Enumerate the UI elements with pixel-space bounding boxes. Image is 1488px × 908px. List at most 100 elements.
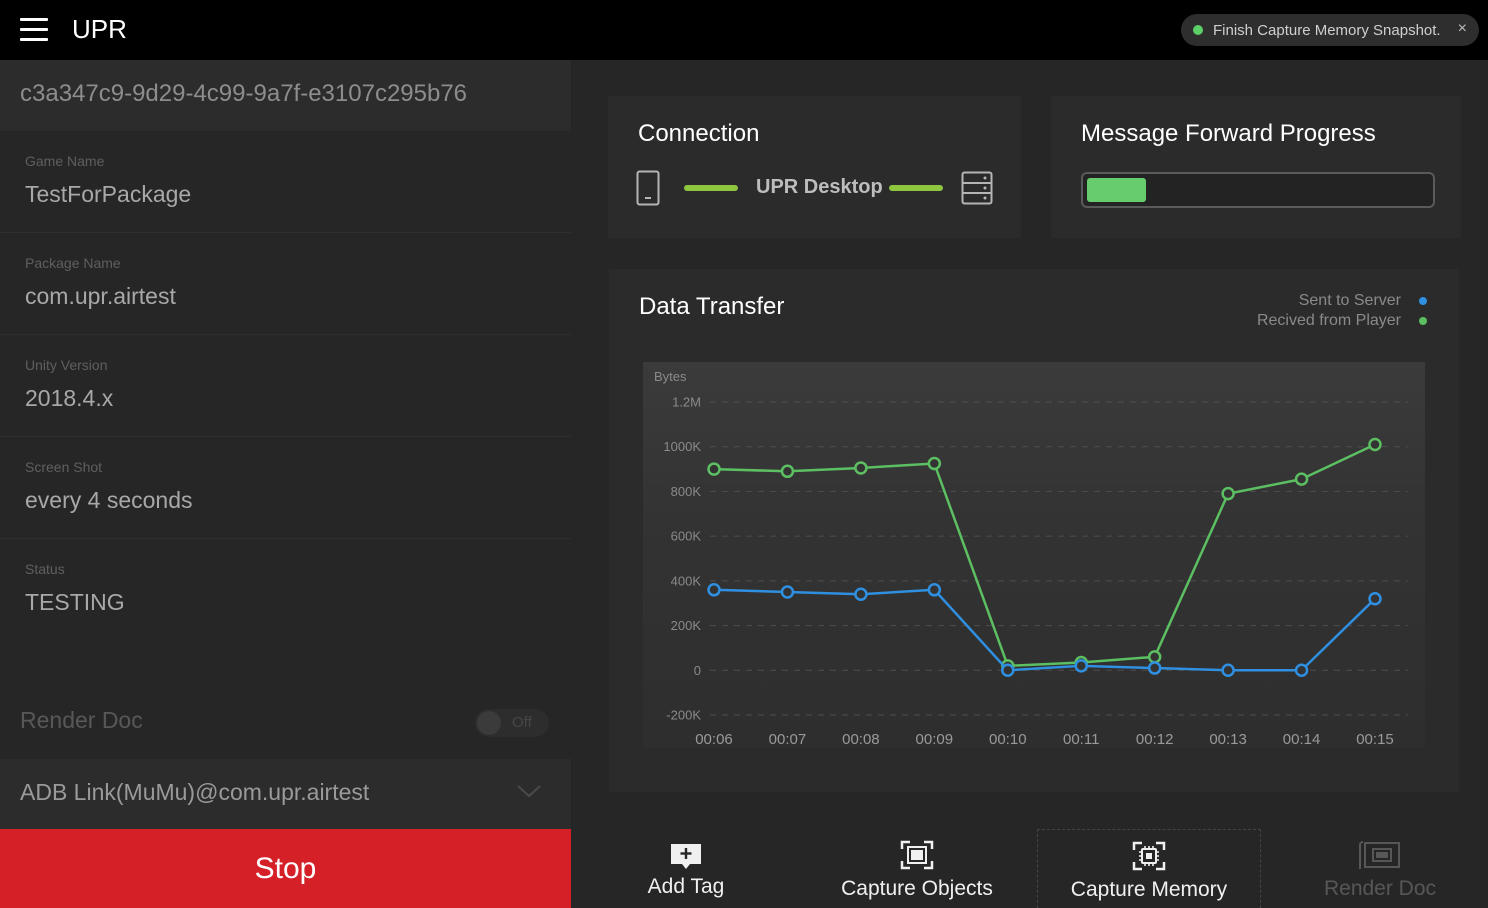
bottom-toolbar: Add Tag Capture Objects Capture Memory R… — [571, 829, 1488, 908]
data-transfer-card: Data Transfer Sent to Server Recived fro… — [609, 269, 1459, 792]
x-tick-label: 00:15 — [1356, 731, 1394, 748]
menu-icon[interactable] — [20, 18, 48, 42]
data-point-received — [1147, 650, 1162, 664]
connection-title: Connection — [638, 120, 760, 147]
notification-toast: Finish Capture Memory Snapshot. × — [1181, 14, 1479, 46]
data-point-sent — [927, 583, 942, 597]
line-chart: Bytes 1.2M 1000K 800K 600K 400K 200K 0 -200K 00… — [654, 369, 1408, 748]
field-value: TestForPackage — [25, 181, 192, 207]
x-tick-label: 00:13 — [1209, 731, 1247, 748]
data-point-sent — [707, 583, 721, 597]
x-tick-label: 00:12 — [1136, 731, 1174, 748]
render-doc-label: Render Doc — [20, 707, 143, 733]
add-tag-label: Add Tag — [647, 875, 725, 898]
field-label: Status — [25, 561, 65, 577]
series-line-sent — [713, 588, 1376, 672]
x-tick-label: 00:07 — [769, 731, 807, 748]
legend-label: Sent to Server — [1298, 292, 1401, 309]
field-screen-shot: Screen Shot every 4 seconds — [0, 437, 571, 539]
sidebar: c3a347c9-9d29-4c99-9a7f-e3107c295b76 Gam… — [0, 60, 571, 908]
field-label: Screen Shot — [25, 459, 103, 475]
forward-progress-title: Message Forward Progress — [1081, 120, 1376, 147]
toast-message: Finish Capture Memory Snapshot. — [1213, 21, 1441, 39]
data-point-sent — [1221, 663, 1235, 678]
x-tick-label: 00:06 — [695, 731, 733, 748]
device-select[interactable]: ADB Link(MuMu)@com.upr.airtest — [0, 759, 571, 829]
y-tick-label: 1000K — [663, 439, 701, 454]
capture-memory-label: Capture Memory — [1070, 878, 1228, 901]
data-point-sent — [780, 585, 795, 599]
x-tick-label: 00:09 — [916, 731, 954, 748]
connection-line-right — [889, 185, 943, 191]
field-value: 2018.4.x — [25, 385, 114, 411]
toggle-state-label: Off — [512, 714, 532, 731]
device-select-value: ADB Link(MuMu)@com.upr.airtest — [20, 779, 370, 805]
data-point-received — [780, 464, 795, 479]
y-axis-unit-label: Bytes — [654, 369, 687, 384]
data-point-received — [854, 461, 868, 475]
data-point-received — [707, 462, 721, 476]
data-point-sent — [1147, 661, 1162, 675]
y-tick-label: 400K — [671, 573, 702, 588]
data-point-received — [1294, 472, 1309, 486]
progress-fill — [1087, 178, 1146, 202]
add-tag-button[interactable]: Add Tag — [574, 829, 798, 908]
y-tick-label: 600K — [671, 529, 702, 544]
x-tick-label: 00:08 — [842, 731, 880, 748]
legend-dot-icon — [1419, 317, 1427, 325]
field-label: Package Name — [25, 255, 121, 271]
data-point-sent — [1074, 659, 1088, 673]
series-line-received — [713, 443, 1376, 668]
field-label: Game Name — [25, 153, 105, 169]
stop-button[interactable]: Stop — [0, 829, 571, 908]
status-dot-icon — [1193, 25, 1203, 35]
field-label: Unity Version — [25, 357, 108, 373]
connection-card: Connection UPR Desktop — [608, 96, 1021, 238]
legend-dot-icon — [1419, 297, 1427, 305]
y-tick-label: 0 — [694, 663, 701, 678]
chart-plot-area: Bytes 1.2M 1000K 800K 600K 400K 200K 0 -200K 00… — [643, 362, 1425, 748]
render-doc-row: Render Doc Off — [0, 687, 571, 757]
close-icon[interactable]: × — [1458, 20, 1467, 38]
connection-line-left — [684, 185, 738, 191]
chevron-down-icon — [517, 785, 541, 798]
server-icon — [961, 171, 993, 205]
render-doc-icon — [1359, 841, 1400, 869]
legend-item-received: Recived from Player — [1257, 312, 1427, 330]
y-tick-label: 200K — [671, 618, 702, 633]
tag-plus-icon — [671, 844, 701, 869]
connection-label: UPR Desktop — [756, 176, 883, 198]
field-value: TESTING — [25, 589, 125, 615]
data-point-sent — [1001, 663, 1015, 678]
x-tick-label: 00:14 — [1283, 731, 1321, 748]
capture-objects-label: Capture Objects — [841, 877, 993, 900]
field-value: every 4 seconds — [25, 487, 193, 513]
render-doc-button[interactable]: Render Doc — [1268, 829, 1488, 908]
data-point-sent — [1294, 663, 1309, 678]
field-value: com.upr.airtest — [25, 283, 176, 309]
data-point-received — [1221, 486, 1235, 501]
y-tick-label: -200K — [666, 708, 701, 723]
data-point-sent — [1368, 591, 1382, 606]
phone-icon — [636, 170, 660, 206]
render-doc-label: Render Doc — [1323, 877, 1437, 900]
legend-item-sent: Sent to Server — [1299, 292, 1427, 310]
field-status: Status TESTING — [0, 539, 571, 641]
field-package-name: Package Name com.upr.airtest — [0, 233, 571, 335]
render-doc-toggle[interactable]: Off — [475, 709, 549, 737]
memory-chip-icon — [1132, 841, 1166, 871]
capture-objects-button[interactable]: Capture Objects — [805, 829, 1029, 908]
capture-memory-button[interactable]: Capture Memory — [1037, 829, 1261, 908]
field-game-name: Game Name TestForPackage — [0, 131, 571, 233]
y-tick-label: 1.2M — [672, 395, 701, 410]
forward-progress-card: Message Forward Progress — [1051, 96, 1461, 238]
data-point-sent — [854, 587, 868, 602]
legend-label: Recived from Player — [1256, 312, 1401, 329]
data-transfer-title: Data Transfer — [639, 293, 785, 320]
x-tick-label: 00:11 — [1063, 731, 1099, 748]
forward-progress-bar — [1081, 172, 1435, 208]
data-point-received — [927, 456, 942, 471]
toggle-knob — [477, 711, 501, 735]
x-tick-label: 00:10 — [989, 731, 1027, 748]
data-point-received — [1368, 437, 1382, 452]
